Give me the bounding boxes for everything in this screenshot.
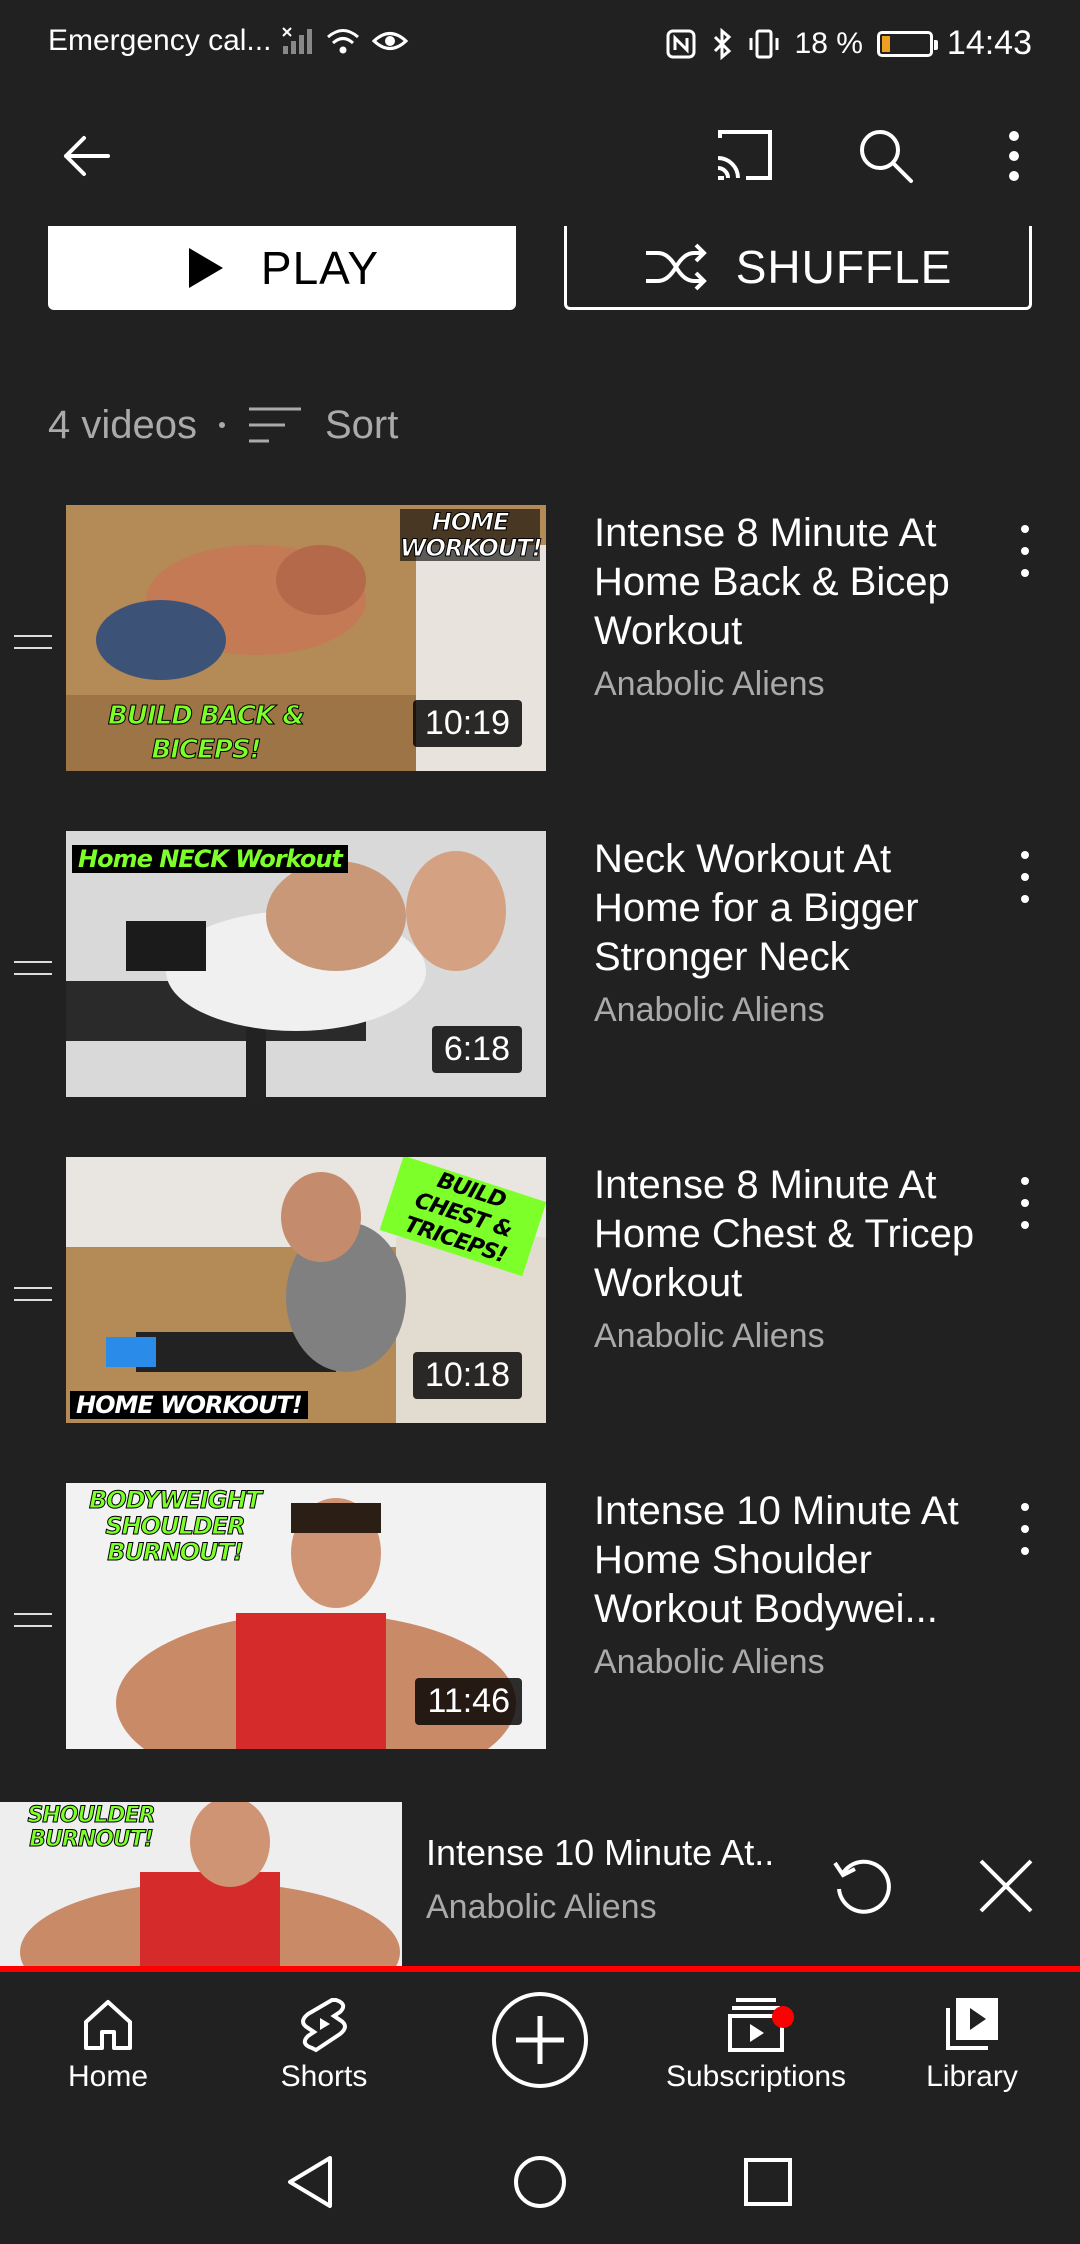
- video-thumbnail[interactable]: Home NECK Workout 6:18: [66, 831, 546, 1097]
- shorts-icon: [301, 1998, 347, 2053]
- nav-home-label: Home: [67, 2060, 149, 2093]
- bluetooth-icon: [713, 27, 731, 60]
- search-icon: [860, 130, 913, 183]
- mini-player-title[interactable]: Intense 10 Minute At..: [426, 1832, 774, 1874]
- carrier-text: Emergency cal...: [48, 24, 272, 57]
- play-icon: [188, 248, 223, 288]
- duration-badge: 10:18: [412, 1352, 522, 1399]
- video-count: 4 videos: [48, 402, 197, 447]
- nav-home[interactable]: Home: [8, 1994, 208, 2094]
- thumbnail-caption: HOME WORKOUT!: [70, 1391, 308, 1419]
- more-vert-icon: [1009, 131, 1019, 181]
- square-recents-icon: [744, 2158, 792, 2206]
- shuffle-button[interactable]: SHUFFLE: [564, 226, 1032, 310]
- status-left: Emergency cal...: [48, 24, 409, 58]
- status-right: 18 % 14:43: [665, 24, 1032, 63]
- playlist-item[interactable]: BODYWEIGHT SHOULDER BURNOUT! 11:46 Inten…: [0, 1483, 1080, 1809]
- channel-name: Anabolic Aliens: [594, 665, 825, 703]
- signal-icon: [282, 27, 313, 54]
- channel-name: Anabolic Aliens: [594, 1317, 825, 1355]
- mini-player-channel: Anabolic Aliens: [426, 1888, 657, 1926]
- sort-label: Sort: [324, 402, 399, 447]
- clock: 14:43: [946, 24, 1032, 62]
- system-back-button[interactable]: [270, 2142, 350, 2222]
- play-all-button[interactable]: PLAY: [48, 226, 516, 310]
- mini-player-thumbnail[interactable]: SHOULDER BURNOUT!: [0, 1802, 402, 1970]
- shuffle-icon: [645, 243, 707, 290]
- battery-percent: 18 %: [794, 26, 863, 60]
- drag-handle-icon[interactable]: [14, 1287, 52, 1301]
- thumbnail-caption: BODYWEIGHT SHOULDER BURNOUT!: [88, 1486, 262, 1566]
- video-thumbnail[interactable]: HOME WORKOUT! BUILD BACK & BICEPS! 10:19: [66, 505, 546, 771]
- replay-icon: [833, 1859, 891, 1914]
- vibrate-icon: [749, 29, 779, 58]
- cast-button[interactable]: [704, 116, 784, 196]
- nav-create[interactable]: [440, 1990, 640, 2090]
- library-icon: [946, 1998, 998, 2050]
- circle-home-icon: [514, 2156, 566, 2208]
- nav-library-label: Library: [926, 2060, 1018, 2093]
- shuffle-label: SHUFFLE: [735, 240, 953, 293]
- sort-button[interactable]: Sort: [247, 403, 398, 448]
- nav-shorts[interactable]: Shorts: [224, 1994, 424, 2094]
- video-title[interactable]: Neck Workout At Home for a Bigger Strong…: [594, 835, 994, 982]
- search-button[interactable]: [846, 116, 926, 196]
- video-title[interactable]: Intense 10 Minute At Home Shoulder Worko…: [594, 1487, 994, 1634]
- drag-handle-icon[interactable]: [14, 635, 52, 649]
- thumbnail-caption: SHOULDER BURNOUT!: [27, 1803, 156, 1852]
- playlist-item[interactable]: HOME WORKOUT! BUILD BACK & BICEPS! 10:19…: [0, 505, 1080, 831]
- playlist-meta-row: 4 videos Sort: [48, 400, 398, 450]
- video-thumbnail[interactable]: BUILD CHEST & TRICEPS! HOME WORKOUT! 10:…: [66, 1157, 546, 1423]
- close-icon: [979, 1859, 1033, 1913]
- nav-subscriptions[interactable]: Subscriptions: [656, 1994, 856, 2094]
- channel-name: Anabolic Aliens: [594, 1643, 825, 1681]
- nav-subscriptions-label: Subscriptions: [665, 2060, 847, 2093]
- item-more-icon[interactable]: [1002, 521, 1048, 581]
- video-title[interactable]: Intense 8 Minute At Home Chest & Tricep …: [594, 1161, 994, 1308]
- app-bar: [0, 86, 1080, 226]
- duration-badge: 10:19: [412, 700, 522, 747]
- replay-button[interactable]: [822, 1846, 902, 1926]
- bottom-navigation: Home Shorts Subscriptions Library: [0, 1972, 1080, 2120]
- more-options-button[interactable]: [974, 116, 1054, 196]
- cast-icon: [717, 130, 772, 180]
- wifi-icon: [327, 29, 360, 54]
- item-more-icon[interactable]: [1002, 847, 1048, 907]
- drag-handle-icon[interactable]: [14, 1613, 52, 1627]
- drag-handle-icon[interactable]: [14, 961, 52, 975]
- nav-shorts-label: Shorts: [280, 2060, 368, 2093]
- item-more-icon[interactable]: [1002, 1173, 1048, 1233]
- duration-badge: 6:18: [431, 1026, 522, 1073]
- thumbnail-caption: BUILD BACK & BICEPS!: [108, 701, 306, 766]
- video-thumbnail[interactable]: BODYWEIGHT SHOULDER BURNOUT! 11:46: [66, 1483, 546, 1749]
- add-circle-icon: [492, 1992, 588, 2088]
- status-bar: Emergency cal... 18 % 14:43: [0, 0, 1080, 86]
- mini-player[interactable]: SHOULDER BURNOUT! Intense 10 Minute At..…: [0, 1802, 1080, 1970]
- nav-library[interactable]: Library: [872, 1994, 1072, 2094]
- close-button[interactable]: [966, 1846, 1046, 1926]
- battery-icon: [876, 30, 938, 57]
- triangle-back-icon: [288, 2156, 332, 2208]
- nfc-icon: [666, 29, 696, 58]
- eye-icon: [372, 32, 409, 50]
- notification-badge: [772, 2006, 794, 2028]
- arrow-left-icon: [64, 136, 110, 176]
- system-navigation-bar: [0, 2120, 1080, 2244]
- sort-icon: [248, 407, 301, 443]
- playlist-item[interactable]: BUILD CHEST & TRICEPS! HOME WORKOUT! 10:…: [0, 1157, 1080, 1483]
- thumbnail-caption: HOME WORKOUT!: [400, 508, 544, 562]
- back-button[interactable]: [46, 116, 126, 196]
- system-home-button[interactable]: [500, 2142, 580, 2222]
- playlist-item[interactable]: Home NECK Workout 6:18 Neck Workout At H…: [0, 831, 1080, 1157]
- video-title[interactable]: Intense 8 Minute At Home Back & Bicep Wo…: [594, 509, 994, 656]
- item-more-icon[interactable]: [1002, 1499, 1048, 1559]
- separator-dot: [218, 422, 225, 428]
- channel-name: Anabolic Aliens: [594, 991, 825, 1029]
- home-icon: [84, 2000, 132, 2050]
- thumbnail-caption: Home NECK Workout: [72, 845, 348, 873]
- system-recents-button[interactable]: [728, 2142, 808, 2222]
- play-label: PLAY: [260, 242, 380, 294]
- duration-badge: 11:46: [415, 1678, 522, 1725]
